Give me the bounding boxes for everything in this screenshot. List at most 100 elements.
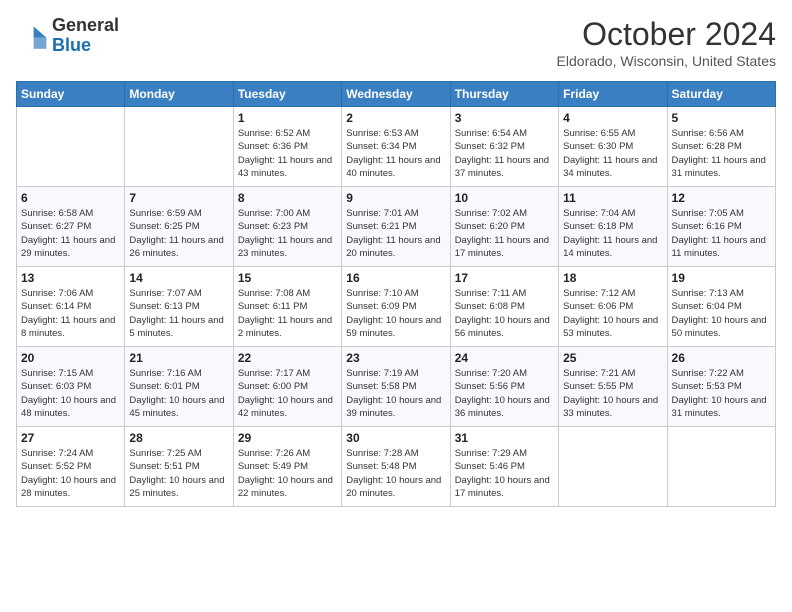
logo-icon: [16, 20, 48, 52]
day-info: Sunrise: 6:52 AM Sunset: 6:36 PM Dayligh…: [238, 127, 337, 180]
day-info: Sunrise: 6:55 AM Sunset: 6:30 PM Dayligh…: [563, 127, 662, 180]
calendar-cell: [667, 427, 775, 507]
calendar-cell: [17, 107, 125, 187]
week-row-2: 6 Sunrise: 6:58 AM Sunset: 6:27 PM Daylig…: [17, 187, 776, 267]
calendar-cell: 2 Sunrise: 6:53 AM Sunset: 6:34 PM Daylig…: [342, 107, 450, 187]
calendar-cell: 7 Sunrise: 6:59 AM Sunset: 6:25 PM Daylig…: [125, 187, 233, 267]
day-info: Sunrise: 7:13 AM Sunset: 6:04 PM Dayligh…: [672, 287, 771, 340]
calendar-cell: 5Sunrise: 6:56 AM Sunset: 6:28 PM Daylig…: [667, 107, 775, 187]
day-number: 4: [563, 111, 662, 125]
logo-line1: General: [52, 15, 119, 35]
day-number: 9: [346, 191, 445, 205]
day-info: Sunrise: 6:56 AM Sunset: 6:28 PM Dayligh…: [672, 127, 771, 180]
calendar-cell: 6 Sunrise: 6:58 AM Sunset: 6:27 PM Daylig…: [17, 187, 125, 267]
weekday-wednesday: Wednesday: [342, 82, 450, 107]
day-info: Sunrise: 7:05 AM Sunset: 6:16 PM Dayligh…: [672, 207, 771, 260]
calendar-cell: 12 Sunrise: 7:05 AM Sunset: 6:16 PM Dayli…: [667, 187, 775, 267]
calendar-cell: 18 Sunrise: 7:12 AM Sunset: 6:06 PM Dayli…: [559, 267, 667, 347]
day-number: 6: [21, 191, 120, 205]
weekday-saturday: Saturday: [667, 82, 775, 107]
day-info: Sunrise: 7:22 AM Sunset: 5:53 PM Dayligh…: [672, 367, 771, 420]
calendar-cell: 1 Sunrise: 6:52 AM Sunset: 6:36 PM Daylig…: [233, 107, 341, 187]
day-info: Sunrise: 7:12 AM Sunset: 6:06 PM Dayligh…: [563, 287, 662, 340]
day-info: Sunrise: 7:01 AM Sunset: 6:21 PM Dayligh…: [346, 207, 445, 260]
day-number: 8: [238, 191, 337, 205]
day-info: Sunrise: 7:24 AM Sunset: 5:52 PM Dayligh…: [21, 447, 120, 500]
day-info: Sunrise: 7:02 AM Sunset: 6:20 PM Dayligh…: [455, 207, 554, 260]
day-number: 17: [455, 271, 554, 285]
title-block: October 2024 Eldorado, Wisconsin, United…: [557, 16, 776, 69]
day-number: 24: [455, 351, 554, 365]
day-number: 13: [21, 271, 120, 285]
calendar-cell: 4 Sunrise: 6:55 AM Sunset: 6:30 PM Daylig…: [559, 107, 667, 187]
logo-line2: Blue: [52, 35, 91, 55]
day-number: 3: [455, 111, 554, 125]
day-number: 7: [129, 191, 228, 205]
day-number: 20: [21, 351, 120, 365]
calendar-cell: [125, 107, 233, 187]
day-number: 12: [672, 191, 771, 205]
page-header: General Blue October 2024 Eldorado, Wisc…: [16, 16, 776, 69]
calendar-cell: 13 Sunrise: 7:06 AM Sunset: 6:14 PM Dayli…: [17, 267, 125, 347]
day-number: 31: [455, 431, 554, 445]
calendar-cell: [559, 427, 667, 507]
week-row-5: 27Sunrise: 7:24 AM Sunset: 5:52 PM Dayli…: [17, 427, 776, 507]
weekday-thursday: Thursday: [450, 82, 558, 107]
day-number: 29: [238, 431, 337, 445]
day-info: Sunrise: 6:53 AM Sunset: 6:34 PM Dayligh…: [346, 127, 445, 180]
day-number: 10: [455, 191, 554, 205]
day-info: Sunrise: 7:21 AM Sunset: 5:55 PM Dayligh…: [563, 367, 662, 420]
calendar-cell: 11 Sunrise: 7:04 AM Sunset: 6:18 PM Dayli…: [559, 187, 667, 267]
calendar-cell: 16Sunrise: 7:10 AM Sunset: 6:09 PM Dayli…: [342, 267, 450, 347]
day-info: Sunrise: 7:20 AM Sunset: 5:56 PM Dayligh…: [455, 367, 554, 420]
logo-text-general: General: [52, 16, 119, 36]
weekday-tuesday: Tuesday: [233, 82, 341, 107]
day-info: Sunrise: 7:08 AM Sunset: 6:11 PM Dayligh…: [238, 287, 337, 340]
calendar-cell: 31 Sunrise: 7:29 AM Sunset: 5:46 PM Dayli…: [450, 427, 558, 507]
weekday-friday: Friday: [559, 82, 667, 107]
calendar-cell: 9 Sunrise: 7:01 AM Sunset: 6:21 PM Daylig…: [342, 187, 450, 267]
day-number: 2: [346, 111, 445, 125]
day-number: 11: [563, 191, 662, 205]
day-info: Sunrise: 6:54 AM Sunset: 6:32 PM Dayligh…: [455, 127, 554, 180]
week-row-4: 20 Sunrise: 7:15 AM Sunset: 6:03 PM Dayli…: [17, 347, 776, 427]
day-info: Sunrise: 7:07 AM Sunset: 6:13 PM Dayligh…: [129, 287, 228, 340]
day-info: Sunrise: 6:58 AM Sunset: 6:27 PM Dayligh…: [21, 207, 120, 260]
day-number: 26: [672, 351, 771, 365]
day-info: Sunrise: 7:16 AM Sunset: 6:01 PM Dayligh…: [129, 367, 228, 420]
day-info: Sunrise: 7:15 AM Sunset: 6:03 PM Dayligh…: [21, 367, 120, 420]
calendar-cell: 29Sunrise: 7:26 AM Sunset: 5:49 PM Dayli…: [233, 427, 341, 507]
logo: General Blue: [16, 16, 119, 56]
calendar-cell: 15 Sunrise: 7:08 AM Sunset: 6:11 PM Dayli…: [233, 267, 341, 347]
logo-text-blue: Blue: [52, 36, 119, 56]
day-info: Sunrise: 7:11 AM Sunset: 6:08 PM Dayligh…: [455, 287, 554, 340]
day-number: 23: [346, 351, 445, 365]
day-number: 21: [129, 351, 228, 365]
calendar-cell: 26 Sunrise: 7:22 AM Sunset: 5:53 PM Dayli…: [667, 347, 775, 427]
calendar-cell: 30Sunrise: 7:28 AM Sunset: 5:48 PM Dayli…: [342, 427, 450, 507]
day-info: Sunrise: 7:06 AM Sunset: 6:14 PM Dayligh…: [21, 287, 120, 340]
location: Eldorado, Wisconsin, United States: [557, 53, 776, 69]
day-number: 15: [238, 271, 337, 285]
day-number: 19: [672, 271, 771, 285]
day-info: Sunrise: 7:25 AM Sunset: 5:51 PM Dayligh…: [129, 447, 228, 500]
calendar-cell: 25Sunrise: 7:21 AM Sunset: 5:55 PM Dayli…: [559, 347, 667, 427]
calendar-cell: 3 Sunrise: 6:54 AM Sunset: 6:32 PM Daylig…: [450, 107, 558, 187]
day-info: Sunrise: 7:19 AM Sunset: 5:58 PM Dayligh…: [346, 367, 445, 420]
calendar-cell: 17 Sunrise: 7:11 AM Sunset: 6:08 PM Dayli…: [450, 267, 558, 347]
day-info: Sunrise: 6:59 AM Sunset: 6:25 PM Dayligh…: [129, 207, 228, 260]
day-number: 28: [129, 431, 228, 445]
week-row-3: 13 Sunrise: 7:06 AM Sunset: 6:14 PM Dayli…: [17, 267, 776, 347]
calendar-cell: 27Sunrise: 7:24 AM Sunset: 5:52 PM Dayli…: [17, 427, 125, 507]
calendar-cell: 20 Sunrise: 7:15 AM Sunset: 6:03 PM Dayli…: [17, 347, 125, 427]
day-info: Sunrise: 7:29 AM Sunset: 5:46 PM Dayligh…: [455, 447, 554, 500]
day-number: 1: [238, 111, 337, 125]
weekday-header-row: SundayMondayTuesdayWednesdayThursdayFrid…: [17, 82, 776, 107]
calendar-cell: 22Sunrise: 7:17 AM Sunset: 6:00 PM Dayli…: [233, 347, 341, 427]
weekday-sunday: Sunday: [17, 82, 125, 107]
calendar-cell: 23 Sunrise: 7:19 AM Sunset: 5:58 PM Dayli…: [342, 347, 450, 427]
calendar-body: 1 Sunrise: 6:52 AM Sunset: 6:36 PM Daylig…: [17, 107, 776, 507]
day-info: Sunrise: 7:04 AM Sunset: 6:18 PM Dayligh…: [563, 207, 662, 260]
day-number: 18: [563, 271, 662, 285]
week-row-1: 1 Sunrise: 6:52 AM Sunset: 6:36 PM Daylig…: [17, 107, 776, 187]
